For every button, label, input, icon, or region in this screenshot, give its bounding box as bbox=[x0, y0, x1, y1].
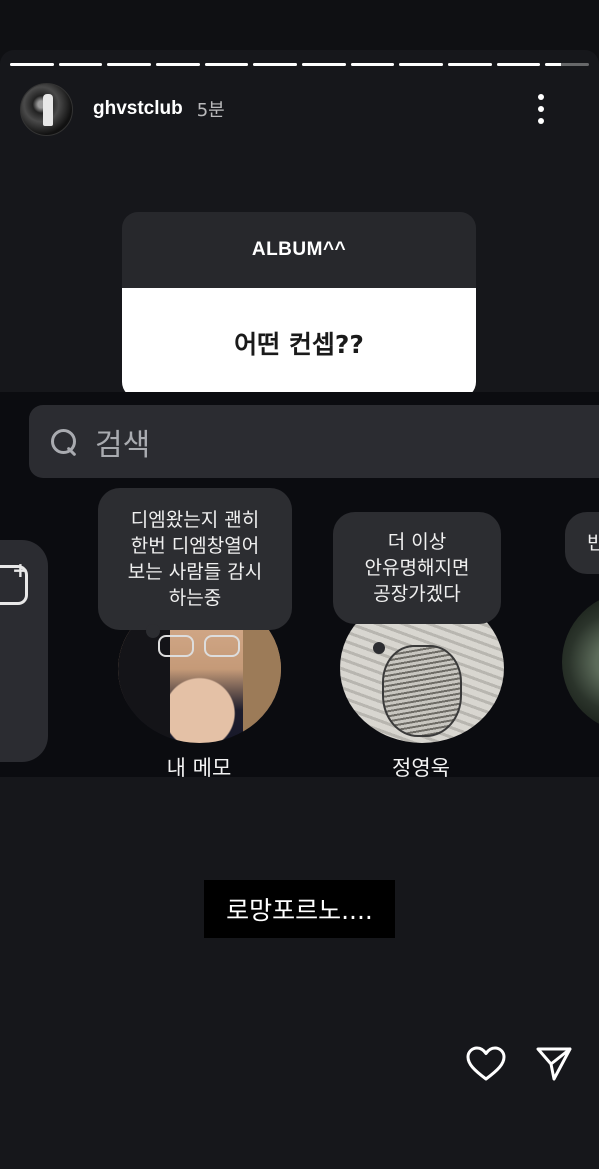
send-icon[interactable] bbox=[535, 1045, 573, 1083]
progress-segment bbox=[253, 63, 298, 66]
search-bar: 검색 bbox=[29, 405, 599, 478]
progress-segment bbox=[156, 63, 200, 66]
story-caption: 로망포르노.... bbox=[204, 880, 395, 938]
note-text: 빈 bbox=[587, 532, 599, 554]
progress-segment bbox=[58, 63, 103, 66]
progress-segment bbox=[496, 63, 541, 66]
search-placeholder: 검색 bbox=[95, 427, 151, 463]
note-name: 정영욱 bbox=[392, 756, 450, 780]
story-viewer[interactable]: ghvstclub 5분 ALBUM^^ 어떤 컨셉?? 검색 + 디엠왔는지 … bbox=[0, 0, 599, 1169]
note-bubble: 빈 bbox=[565, 512, 599, 574]
plus-icon: + bbox=[12, 558, 29, 582]
question-sticker[interactable]: ALBUM^^ 어떤 컨셉?? bbox=[122, 212, 476, 398]
progress-segment bbox=[545, 63, 590, 66]
progress-segment bbox=[399, 63, 444, 66]
story-progress-bar bbox=[10, 63, 590, 66]
progress-segment bbox=[350, 63, 395, 66]
progress-segment bbox=[107, 63, 152, 66]
user-avatar[interactable] bbox=[20, 82, 73, 136]
username[interactable]: ghvstclub bbox=[93, 98, 183, 120]
progress-segment bbox=[302, 63, 346, 66]
note-text: 디엠왔는지 괜히 한번 디엠창열어 보는 사람들 감시 하는중 bbox=[127, 509, 263, 609]
note-bubble: 디엠왔는지 괜히 한번 디엠창열어 보는 사람들 감시 하는중 bbox=[98, 488, 292, 638]
heart-icon[interactable] bbox=[466, 1046, 506, 1082]
progress-segment bbox=[10, 63, 54, 66]
progress-segment bbox=[448, 63, 492, 66]
note-name: 내 메모 bbox=[166, 756, 232, 780]
note-bubble: 더 이상 안유명해지면 공장가겠다 bbox=[333, 512, 501, 654]
question-prompt: ALBUM^^ bbox=[122, 212, 476, 288]
post-timestamp: 5분 bbox=[196, 100, 225, 121]
progress-segment bbox=[204, 63, 249, 66]
story-header: ghvstclub 5분 bbox=[20, 82, 579, 136]
note-text: 더 이상 안유명해지면 공장가겠다 bbox=[364, 531, 470, 605]
question-answer: 어떤 컨셉?? bbox=[122, 288, 476, 398]
more-vertical-icon[interactable] bbox=[531, 94, 551, 124]
search-icon bbox=[49, 427, 79, 457]
